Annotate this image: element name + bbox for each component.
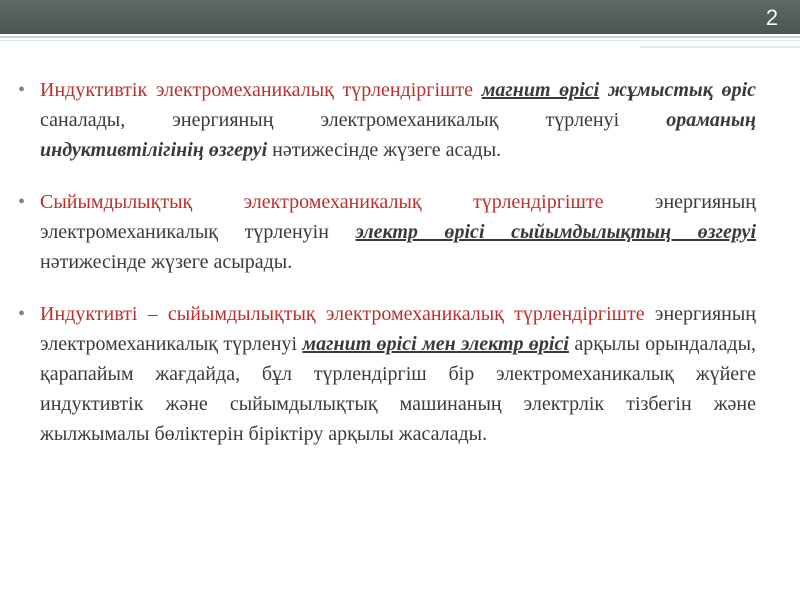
bullet-icon: • bbox=[18, 191, 26, 213]
header-divider bbox=[0, 36, 800, 38]
bullet-icon: • bbox=[18, 303, 26, 325]
slide-content: • Индуктивтік электромеханикалық түрленд… bbox=[16, 75, 756, 449]
slide-number: 2 bbox=[765, 5, 779, 30]
bullet-paragraph-inductive-capacitive: • Индуктивті – сыйымдылықтық электромеха… bbox=[16, 299, 756, 449]
key-term: магнит өрісі мен электр өрісі bbox=[302, 333, 569, 355]
bullet-icon: • bbox=[18, 79, 26, 101]
key-term: магнит өрісі bbox=[481, 79, 600, 101]
text-run bbox=[599, 79, 608, 101]
header-accent-line bbox=[640, 46, 800, 48]
slide-header-band bbox=[0, 0, 800, 34]
paragraph-lead: Индуктивтік электромеханикалық түрлендір… bbox=[40, 79, 482, 101]
key-term: жұмыстық өріс bbox=[607, 79, 757, 101]
text-run: саналады, энергияның электромеханикалық … bbox=[40, 109, 667, 131]
header-divider-thin bbox=[0, 40, 800, 41]
paragraph-lead: Сыйымдылықтық электромеханикалық түрленд… bbox=[40, 191, 655, 213]
bullet-paragraph-inductive: • Индуктивтік электромеханикалық түрленд… bbox=[16, 75, 756, 165]
text-run: нәтижесінде жүзеге асады. bbox=[267, 139, 502, 161]
key-term: электр өрісі сыйымдылықтың өзгеруі bbox=[355, 221, 756, 243]
paragraph-lead: Индуктивті – сыйымдылықтық электромехани… bbox=[40, 303, 655, 325]
text-run: нәтижесінде жүзеге асырады. bbox=[40, 251, 293, 273]
bullet-paragraph-capacitive: • Сыйымдылықтық электромеханикалық түрле… bbox=[16, 187, 756, 277]
